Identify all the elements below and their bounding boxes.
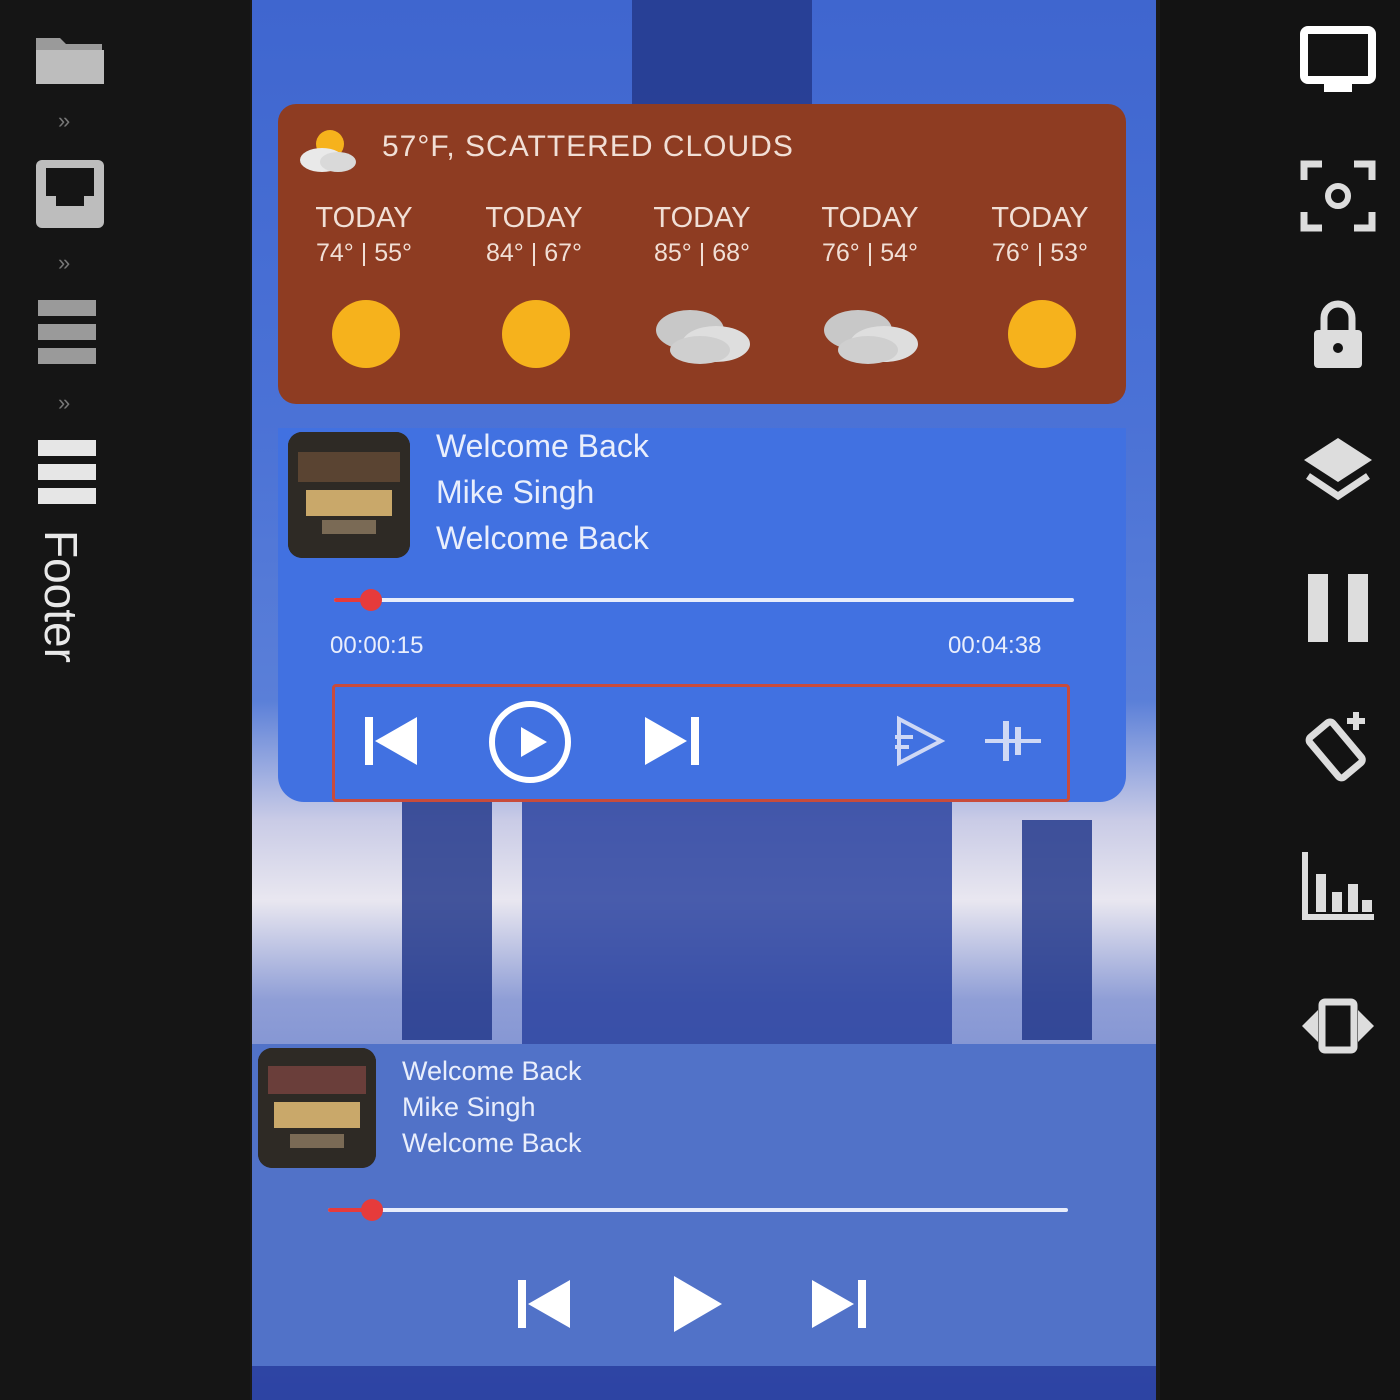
- sun-icon: [502, 300, 570, 368]
- day-name: TODAY: [315, 202, 413, 234]
- total-time: 00:04:38: [948, 632, 1042, 659]
- forecast-day: TODAY 85° | 68°: [632, 202, 772, 364]
- body-rows-icon[interactable]: [34, 296, 100, 370]
- layers-icon[interactable]: [1298, 432, 1378, 512]
- current-conditions: 57°F, SCATTERED CLOUDS: [382, 130, 794, 163]
- clouds-icon: [656, 310, 750, 364]
- partly-cloudy-icon: [300, 130, 356, 172]
- music-player-widget[interactable]: Welcome Back Mike Singh Welcome Back 00:…: [278, 428, 1126, 802]
- left-toolbar: » » » Footer: [0, 0, 250, 1400]
- track-album: Welcome Back: [436, 520, 649, 556]
- forecast-day: TODAY 76° | 53°: [970, 202, 1110, 368]
- pause-icon[interactable]: [1298, 568, 1378, 648]
- footer-section-label: Footer: [35, 530, 87, 663]
- day-name: TODAY: [991, 202, 1089, 234]
- day-name: TODAY: [653, 202, 751, 234]
- header-frame-icon[interactable]: [34, 158, 106, 230]
- seek-bar[interactable]: [334, 598, 1074, 602]
- chevron-down-icon: »: [58, 250, 71, 275]
- track-artist: Mike Singh: [436, 474, 595, 510]
- resize-icon[interactable]: [1298, 986, 1378, 1066]
- chevron-down-icon: »: [58, 390, 71, 415]
- next-track-icon[interactable]: [641, 711, 705, 771]
- track-title: Welcome Back: [436, 428, 649, 464]
- track-title: Welcome Back: [402, 1056, 582, 1086]
- forecast-day: TODAY 74° | 55°: [294, 202, 434, 368]
- screenshot-icon[interactable]: [1298, 156, 1378, 236]
- day-name: TODAY: [485, 202, 583, 234]
- album-art: [258, 1048, 376, 1168]
- footer-rows-icon[interactable]: [34, 436, 100, 510]
- sun-icon: [1008, 300, 1076, 368]
- seek-bar[interactable]: [328, 1208, 1068, 1212]
- seek-thumb[interactable]: [360, 589, 382, 611]
- album-art: [288, 432, 410, 558]
- elapsed-time: 00:00:15: [330, 632, 424, 659]
- chevron-down-icon: »: [58, 108, 71, 133]
- track-artist: Mike Singh: [402, 1092, 536, 1122]
- weather-widget[interactable]: 57°F, SCATTERED CLOUDS TODAY 74° | 55° T…: [278, 104, 1126, 404]
- controls-container: [332, 684, 1070, 802]
- clouds-icon: [824, 310, 918, 364]
- equalizer-bars-icon[interactable]: [1298, 848, 1378, 928]
- track-album: Welcome Back: [402, 1128, 582, 1158]
- rotate-icon[interactable]: [1298, 708, 1378, 788]
- sun-icon: [332, 300, 400, 368]
- music-player-widget-compact[interactable]: Welcome Back Mike Singh Welcome Back: [252, 1044, 1156, 1366]
- playlist-play-icon[interactable]: [891, 713, 947, 769]
- day-temp: 85° | 68°: [654, 239, 750, 267]
- folder-icon[interactable]: [34, 30, 106, 86]
- lock-icon[interactable]: [1298, 296, 1378, 376]
- play-icon[interactable]: [666, 1272, 726, 1336]
- monitor-icon[interactable]: [1298, 22, 1378, 102]
- play-icon[interactable]: [487, 699, 573, 785]
- forecast-day: TODAY 76° | 54°: [800, 202, 940, 364]
- next-track-icon[interactable]: [808, 1274, 872, 1334]
- seek-thumb[interactable]: [361, 1199, 384, 1221]
- forecast-day: TODAY 84° | 67°: [464, 202, 604, 368]
- equalizer-icon[interactable]: [981, 713, 1045, 769]
- day-temp: 74° | 55°: [316, 239, 412, 267]
- day-temp: 76° | 53°: [992, 239, 1088, 267]
- day-temp: 76° | 54°: [822, 239, 918, 267]
- previous-track-icon[interactable]: [361, 711, 421, 771]
- previous-track-icon[interactable]: [514, 1274, 574, 1334]
- day-temp: 84° | 67°: [486, 239, 582, 267]
- day-name: TODAY: [821, 202, 919, 234]
